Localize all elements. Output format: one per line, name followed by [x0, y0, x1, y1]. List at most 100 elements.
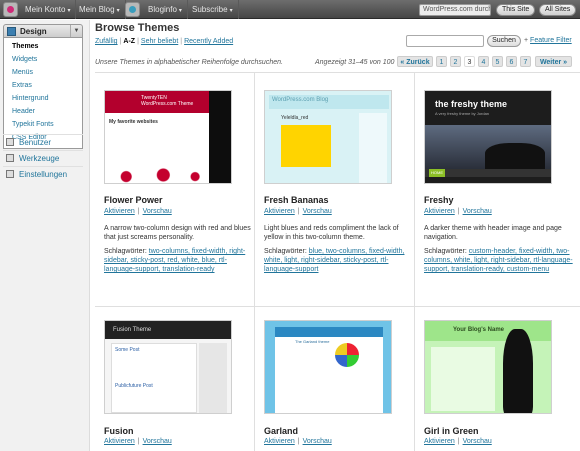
theme-screenshot[interactable]: TwentyTEN WordPress.com Theme My favorit…: [104, 90, 232, 184]
sidebar-item-tools[interactable]: Werkzeuge: [3, 150, 83, 165]
blog-avatar-icon[interactable]: [125, 2, 140, 17]
submenu-header[interactable]: Header: [12, 107, 35, 117]
tab-a-z[interactable]: A-Z: [123, 38, 135, 45]
theme-name: Freshy: [424, 195, 454, 205]
theme-filter-tabs: Zufällig | A-Z | Sehr beliebt | Recently Added: [95, 38, 233, 45]
pagination-next[interactable]: Weiter »: [535, 56, 572, 67]
tools-icon: [6, 154, 14, 162]
grid-divider: [414, 72, 415, 451]
feature-filter-link[interactable]: + Feature Filter: [524, 37, 572, 44]
sidebar-item-label: Design: [20, 27, 47, 36]
submenu-typekit-fonts[interactable]: Typekit Fonts: [12, 120, 54, 130]
submenu-menus[interactable]: Menüs: [12, 68, 33, 78]
theme-screenshot[interactable]: WordPress.com Blog Yeleldla_red: [264, 90, 392, 184]
results-range: Angezeigt 31–45 von 100: [315, 59, 395, 66]
design-icon: [7, 27, 16, 36]
sidebar-item-label: Werkzeuge: [19, 154, 60, 163]
separator: |: [137, 438, 140, 445]
pagination-page-1[interactable]: 1: [436, 56, 447, 67]
pagination-page-5[interactable]: 5: [492, 56, 503, 67]
thumb-post-title: My favorite websites: [109, 119, 158, 125]
users-icon: [6, 138, 14, 146]
activate-link[interactable]: Aktivieren: [104, 208, 135, 215]
theme-tags: Schlagwörter: two-columns, fixed-width, …: [104, 248, 246, 273]
activate-link[interactable]: Aktivieren: [424, 208, 455, 215]
bloginfo-menu[interactable]: Bloginfo ▾: [143, 0, 188, 19]
subscribe-menu[interactable]: Subscribe ▾: [187, 0, 239, 19]
activate-link[interactable]: Aktivieren: [424, 438, 455, 445]
grid-divider: [95, 72, 580, 73]
pagination-page-3: 3: [464, 56, 475, 67]
thumb-sidebar: [209, 91, 231, 183]
all-sites-button[interactable]: All Sites: [539, 4, 577, 16]
theme-tags: Schlagwörter: custom-header, fixed-width…: [424, 248, 573, 273]
this-site-button[interactable]: This Site: [496, 4, 536, 16]
my-blog-menu[interactable]: Mein Blog ▾: [74, 0, 126, 19]
submenu-themes[interactable]: Themes: [12, 42, 38, 52]
theme-actions: Aktivieren | Vorschau: [264, 438, 332, 445]
preview-link[interactable]: Vorschau: [463, 208, 492, 215]
theme-screenshot[interactable]: Your Blog's Name: [424, 320, 552, 414]
thumb-tagline: A very freshy theme by Jordan: [435, 111, 490, 116]
pagination-page-4[interactable]: 4: [478, 56, 489, 67]
activate-link[interactable]: Aktivieren: [104, 438, 135, 445]
theme-name: Fusion: [104, 426, 134, 436]
thumb-nav-home: HOME: [429, 169, 445, 177]
theme-screenshot[interactable]: Fusion Theme Some Post Publicfuture Post: [104, 320, 232, 414]
admin-sidebar: Design ▼ Themes Widgets Menüs Extras Hin…: [0, 20, 90, 451]
theme-name: Garland: [264, 426, 299, 436]
preview-link[interactable]: Vorschau: [303, 208, 332, 215]
thumb-title: Your Blog's Name: [453, 327, 504, 333]
preview-link[interactable]: Vorschau: [463, 438, 492, 445]
chevron-down-icon[interactable]: ▼: [70, 25, 82, 37]
chevron-down-icon: ▾: [116, 8, 120, 14]
sidebar-item-users[interactable]: Benutzer: [3, 134, 83, 149]
preview-link[interactable]: Vorschau: [143, 208, 172, 215]
submenu-background[interactable]: Hintergrund: [12, 94, 49, 104]
page-title: Browse Themes: [95, 22, 180, 34]
pagination-prev[interactable]: « Zurück: [397, 56, 433, 67]
separator: |: [297, 208, 300, 215]
grid-divider: [95, 306, 580, 307]
search-button[interactable]: Suchen: [487, 35, 521, 47]
theme-screenshot[interactable]: The Garland theme: [264, 320, 392, 414]
theme-description: A narrow two-column design with red and …: [104, 225, 251, 241]
activate-link[interactable]: Aktivieren: [264, 208, 295, 215]
theme-actions: Aktivieren | Vorschau: [264, 208, 332, 215]
pagination-page-2[interactable]: 2: [450, 56, 461, 67]
tab-recently-added[interactable]: Recently Added: [184, 38, 233, 45]
theme-description: A darker theme with header image and pag…: [424, 225, 562, 241]
chevron-down-icon: ▾: [178, 8, 182, 14]
theme-name: Fresh Bananas: [264, 195, 329, 205]
admin-search-input[interactable]: WordPress.com durchs: [419, 4, 491, 16]
sidebar-item-design[interactable]: Design ▼: [3, 24, 83, 38]
separator: |: [457, 208, 460, 215]
thumb-post-title: Some Post: [115, 347, 140, 353]
pagination-page-7[interactable]: 7: [520, 56, 531, 67]
thumb-post-title: Publicfuture Post: [115, 383, 153, 389]
thumb-post-title: Yeleldla_red: [281, 115, 309, 121]
thumb-post-title: The Garland theme: [295, 339, 330, 344]
preview-link[interactable]: Vorschau: [143, 438, 172, 445]
theme-search-input[interactable]: [406, 35, 484, 47]
thumb-title: WordPress.com Blog: [272, 97, 329, 103]
sidebar-item-label: Einstellungen: [19, 170, 68, 179]
pagination-page-6[interactable]: 6: [506, 56, 517, 67]
thumb-image: [503, 329, 533, 413]
tab-random[interactable]: Zufällig: [95, 38, 118, 45]
wordpress-logo-icon[interactable]: [3, 2, 18, 17]
sidebar-item-settings[interactable]: Einstellungen: [3, 166, 83, 181]
sidebar-item-label: Benutzer: [19, 138, 52, 147]
theme-screenshot[interactable]: the freshy theme A very freshy theme by …: [424, 90, 552, 184]
my-account-menu[interactable]: Mein Konto ▾: [20, 0, 77, 19]
separator: |: [137, 38, 139, 45]
thumb-logo: Fusion Theme: [113, 327, 152, 333]
activate-link[interactable]: Aktivieren: [264, 438, 295, 445]
separator: |: [457, 438, 460, 445]
tab-popular[interactable]: Sehr beliebt: [141, 38, 178, 45]
theme-actions: Aktivieren | Vorschau: [424, 208, 492, 215]
theme-actions: Aktivieren | Vorschau: [424, 438, 492, 445]
submenu-extras[interactable]: Extras: [12, 81, 32, 91]
submenu-widgets[interactable]: Widgets: [12, 55, 37, 65]
preview-link[interactable]: Vorschau: [303, 438, 332, 445]
